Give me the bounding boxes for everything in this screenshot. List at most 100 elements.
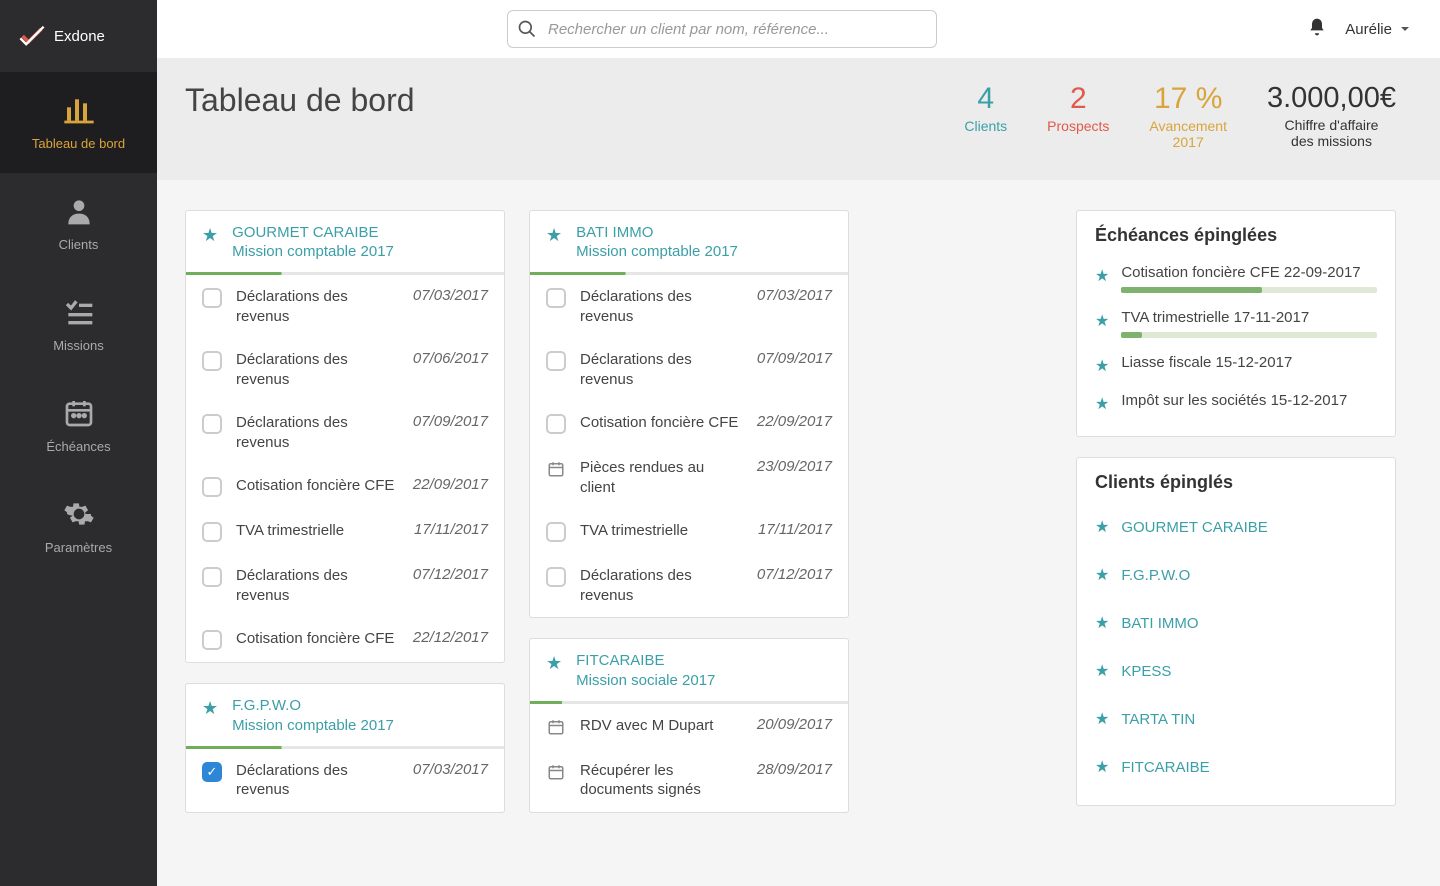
- kpi-value: 3.000,00€: [1267, 82, 1396, 115]
- mission-row[interactable]: Déclarations des revenus07/09/2017: [530, 338, 848, 401]
- mission-row[interactable]: Récupérer les documents signés28/09/2017: [530, 749, 848, 812]
- mission-row[interactable]: Cotisation foncière CFE22/09/2017: [186, 464, 504, 509]
- mission-client: GOURMET CARAIBE: [232, 223, 394, 243]
- sidebar-item-label: Missions: [53, 338, 104, 353]
- sidebar: Exdone Tableau de bord Clients Missions …: [0, 0, 157, 886]
- mission-row[interactable]: RDV avec M Dupart20/09/2017: [530, 704, 848, 749]
- checkbox[interactable]: [202, 567, 222, 587]
- search: [507, 10, 937, 48]
- task-text: Déclarations des revenus: [236, 413, 399, 452]
- star-icon[interactable]: ★: [546, 653, 562, 674]
- checkbox[interactable]: [202, 414, 222, 434]
- checkbox[interactable]: [546, 351, 566, 371]
- star-icon[interactable]: ★: [546, 225, 562, 246]
- search-input[interactable]: [507, 10, 937, 48]
- star-icon: ★: [1095, 613, 1109, 633]
- mission-card-header[interactable]: ★GOURMET CARAIBEMission comptable 2017: [186, 211, 504, 275]
- pinned-deadline[interactable]: ★Liasse fiscale 15-12-2017: [1095, 346, 1377, 384]
- task-date: 23/09/2017: [757, 458, 832, 475]
- chart-icon: [63, 94, 95, 126]
- task-date: 07/09/2017: [413, 413, 488, 430]
- sidebar-item-label: Clients: [59, 237, 99, 252]
- star-icon: ★: [1095, 565, 1109, 585]
- sidebar-item-settings[interactable]: Paramètres: [0, 476, 157, 577]
- calendar-icon: [547, 718, 565, 736]
- mission-row[interactable]: Déclarations des revenus07/03/2017: [186, 275, 504, 338]
- checkbox[interactable]: [202, 288, 222, 308]
- sidebar-item-missions[interactable]: Missions: [0, 274, 157, 375]
- task-date: 17/11/2017: [414, 521, 488, 538]
- star-icon[interactable]: ★: [202, 698, 218, 719]
- logo[interactable]: Exdone: [0, 0, 157, 72]
- kpi-prospects[interactable]: 2 Prospects: [1047, 82, 1109, 150]
- mission-row[interactable]: Déclarations des revenus 07/09/2017: [186, 401, 504, 464]
- checkbox[interactable]: [546, 414, 566, 434]
- checkbox[interactable]: [202, 762, 222, 782]
- kpi-revenue[interactable]: 3.000,00€ Chiffre d'affaire des missions: [1267, 82, 1396, 150]
- calendar-marker: [546, 459, 566, 479]
- checkbox[interactable]: [546, 288, 566, 308]
- mission-row[interactable]: Déclarations des revenus07/12/2017: [530, 554, 848, 617]
- sidebar-item-label: Paramètres: [45, 540, 112, 555]
- pinned-client[interactable]: ★BATI IMMO: [1095, 599, 1377, 647]
- sidebar-item-clients[interactable]: Clients: [0, 173, 157, 274]
- mission-row[interactable]: Déclarations des revenus07/12/2017: [186, 554, 504, 617]
- star-icon: ★: [1095, 311, 1109, 331]
- kpi-value: 4: [964, 82, 1007, 116]
- topbar: Aurélie: [157, 0, 1440, 58]
- sidebar-item-dashboard[interactable]: Tableau de bord: [0, 72, 157, 173]
- calendar-marker: [546, 762, 566, 782]
- deadline-text: Cotisation foncière CFE 22-09-2017: [1121, 264, 1377, 281]
- mission-row[interactable]: Déclarations des revenus07/06/2017: [186, 338, 504, 401]
- task-date: 07/03/2017: [757, 287, 832, 304]
- pinned-client[interactable]: ★FITCARAIBE: [1095, 743, 1377, 791]
- checkbox[interactable]: [202, 477, 222, 497]
- checkbox[interactable]: [202, 522, 222, 542]
- pinned-client[interactable]: ★F.G.P.W.O: [1095, 551, 1377, 599]
- pinned-deadline[interactable]: ★Impôt sur les sociétés 15-12-2017: [1095, 384, 1377, 422]
- pinned-client[interactable]: ★GOURMET CARAIBE: [1095, 503, 1377, 551]
- mission-row[interactable]: Déclarations des revenus07/03/2017: [530, 275, 848, 338]
- calendar-marker: [546, 717, 566, 737]
- checkbox[interactable]: [202, 630, 222, 650]
- star-icon[interactable]: ★: [202, 225, 218, 246]
- star-icon: ★: [1095, 517, 1109, 537]
- sidebar-item-deadlines[interactable]: Échéances: [0, 375, 157, 476]
- pinned-deadlines-card: Échéances épinglées ★Cotisation foncière…: [1076, 210, 1396, 437]
- mission-row[interactable]: Cotisation foncière CFE22/12/2017: [186, 617, 504, 662]
- mission-row[interactable]: Déclarations des revenus07/03/2017: [186, 749, 504, 812]
- app-name: Exdone: [54, 28, 105, 45]
- mission-row[interactable]: Cotisation foncière CFE22/09/2017: [530, 401, 848, 446]
- kpi-clients[interactable]: 4 Clients: [964, 82, 1007, 150]
- client-name: KPESS: [1121, 663, 1171, 680]
- kpi-label: Clients: [964, 118, 1007, 134]
- kpi-label: Prospects: [1047, 118, 1109, 134]
- task-text: Déclarations des revenus: [236, 287, 399, 326]
- mission-card-header[interactable]: ★FITCARAIBEMission sociale 2017: [530, 639, 848, 703]
- user-name: Aurélie: [1345, 21, 1392, 38]
- user-menu[interactable]: Aurélie: [1345, 21, 1410, 38]
- task-date: 22/09/2017: [413, 476, 488, 493]
- mission-row[interactable]: Pièces rendues au client23/09/2017: [530, 446, 848, 509]
- search-icon: [517, 19, 537, 39]
- star-icon: ★: [1095, 394, 1109, 414]
- star-icon: ★: [1095, 356, 1109, 376]
- kpi-sub: des missions: [1267, 133, 1396, 149]
- kpi-progress[interactable]: 17 % Avancement 2017: [1149, 82, 1227, 150]
- star-icon: ★: [1095, 266, 1109, 286]
- mission-row[interactable]: TVA trimestrielle17/11/2017: [186, 509, 504, 554]
- checkbox[interactable]: [546, 567, 566, 587]
- mission-card-header[interactable]: ★F.G.P.W.OMission comptable 2017: [186, 684, 504, 748]
- task-date: 07/12/2017: [757, 566, 832, 583]
- mission-card-header[interactable]: ★BATI IMMOMission comptable 2017: [530, 211, 848, 275]
- pinned-client[interactable]: ★KPESS: [1095, 647, 1377, 695]
- mission-name: Mission comptable 2017: [232, 717, 394, 734]
- checkbox[interactable]: [546, 522, 566, 542]
- checkbox[interactable]: [202, 351, 222, 371]
- pinned-client[interactable]: ★TARTA TIN: [1095, 695, 1377, 743]
- kpi-value: 17 %: [1149, 82, 1227, 116]
- mission-row[interactable]: TVA trimestrielle17/11/2017: [530, 509, 848, 554]
- pinned-deadline[interactable]: ★TVA trimestrielle 17-11-2017: [1095, 301, 1377, 346]
- pinned-deadline[interactable]: ★ Cotisation foncière CFE 22-09-2017: [1095, 256, 1377, 301]
- notifications-button[interactable]: [1307, 17, 1327, 42]
